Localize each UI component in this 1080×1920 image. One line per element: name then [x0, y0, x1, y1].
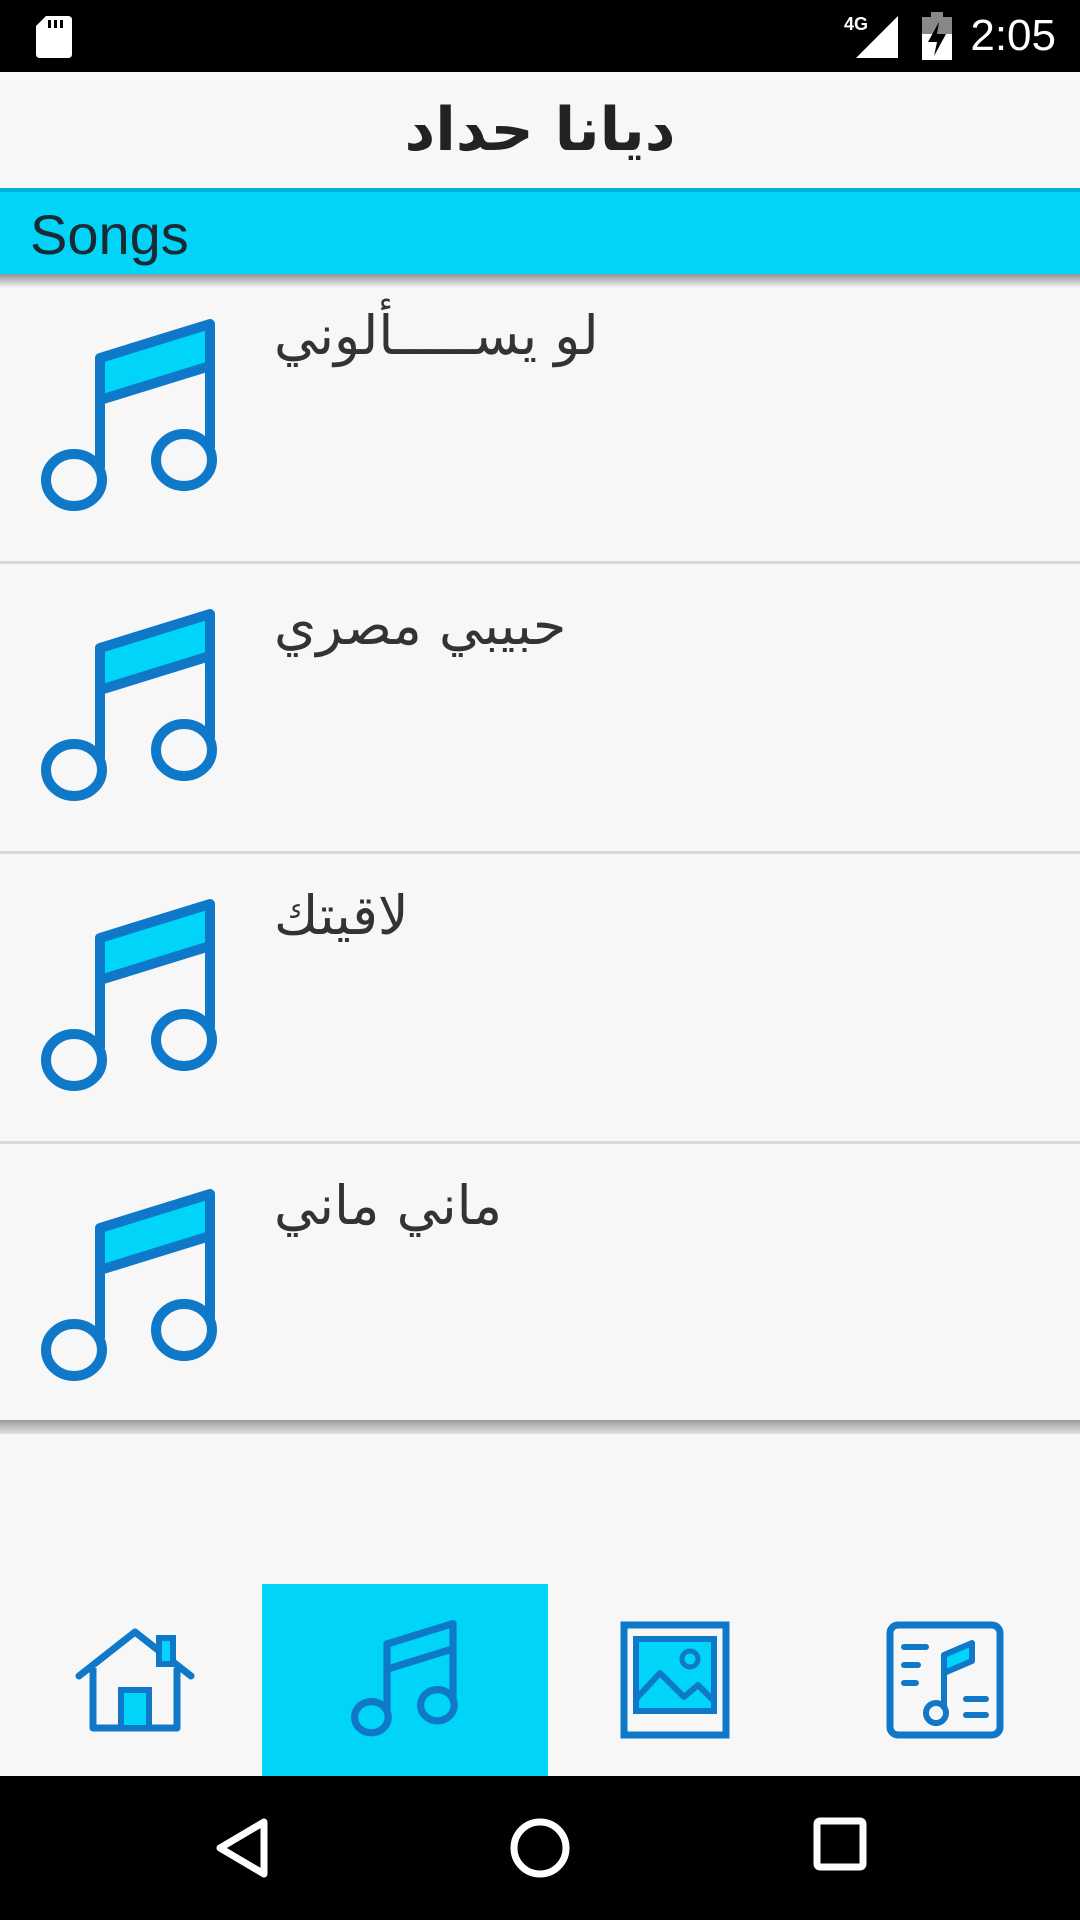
music-note-icon	[41, 899, 217, 1091]
home-nav-icon[interactable]	[508, 1816, 572, 1880]
image-icon	[620, 1621, 730, 1739]
signal-icon: 4G	[844, 14, 898, 58]
song-list-item[interactable]: لاقيتك	[0, 854, 1080, 1144]
playlist-icon	[886, 1621, 1004, 1739]
tab-home[interactable]	[0, 1584, 270, 1776]
song-title: لو يســـــألوني	[274, 304, 599, 367]
system-nav-bar	[0, 1776, 1080, 1920]
sd-card-icon	[36, 16, 72, 58]
song-title: لاقيتك	[274, 884, 409, 947]
song-list-item[interactable]: ماني ماني	[0, 1144, 1080, 1434]
song-list-item[interactable]: حبيبي مصري	[0, 564, 1080, 854]
tab-songs[interactable]	[262, 1584, 548, 1776]
section-header: Songs	[0, 188, 1080, 274]
network-type: 4G	[844, 14, 868, 34]
song-title: حبيبي مصري	[274, 594, 567, 657]
status-bar: 4G 2:05	[0, 0, 1080, 72]
song-list: لو يســـــألوني حبيبي مصري لاقيتك ماني م…	[0, 274, 1080, 1434]
clock: 2:05	[970, 11, 1056, 60]
tab-gallery[interactable]	[540, 1584, 810, 1776]
music-note-icon	[41, 609, 217, 801]
music-note-icon	[351, 1620, 458, 1737]
recents-icon[interactable]	[812, 1816, 868, 1872]
tab-playlist[interactable]	[810, 1584, 1080, 1776]
list-end-divider	[0, 1420, 1080, 1434]
song-title: ماني ماني	[274, 1174, 502, 1237]
page-title: ديانا حداد	[404, 95, 676, 165]
section-label: Songs	[30, 203, 189, 266]
battery-charging-icon	[922, 12, 952, 60]
bottom-nav	[0, 1584, 1080, 1776]
music-note-icon	[41, 1189, 217, 1381]
song-list-item[interactable]: لو يســـــألوني	[0, 274, 1080, 564]
home-icon	[75, 1628, 195, 1732]
back-icon[interactable]	[212, 1816, 272, 1880]
app-header: ديانا حداد	[0, 72, 1080, 188]
music-note-icon	[41, 319, 217, 511]
